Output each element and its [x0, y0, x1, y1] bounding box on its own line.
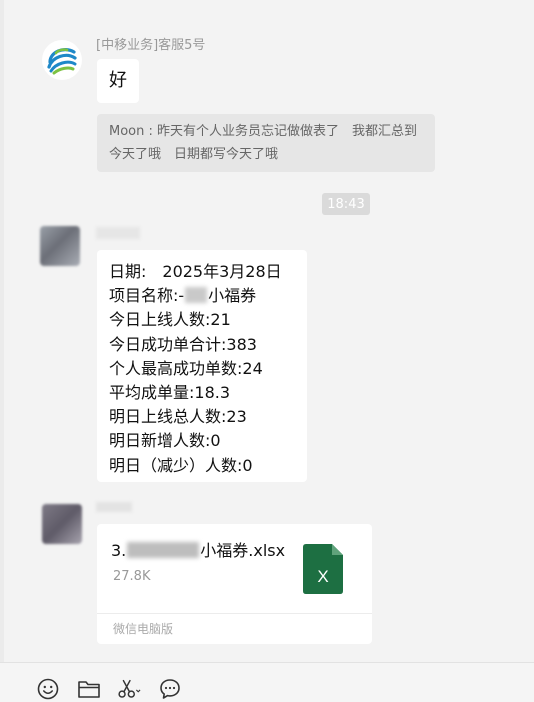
excel-letter: X	[317, 567, 328, 586]
redacted-text	[185, 287, 208, 304]
china-mobile-logo-icon	[47, 48, 77, 75]
emoji-icon	[37, 678, 59, 700]
report-online-today: 今日上线人数:21	[109, 310, 231, 330]
sender-avatar-blurred[interactable]	[40, 226, 80, 266]
redacted-text	[127, 542, 200, 558]
sender-avatar-blurred[interactable]	[42, 504, 82, 544]
report-project-suffix: 小福券	[208, 286, 257, 306]
report-new-tomorrow: 明日新增人数:0	[109, 431, 221, 451]
file-message-card[interactable]: 3. 小福券.xlsx 27.8K X 微信电脑版	[97, 524, 372, 644]
report-message-bubble[interactable]: 日期: 2025年3月28日 项目名称:- 小福券 今日上线人数:21 今日成功单…	[97, 250, 307, 482]
report-project: 项目名称:- 小福券	[109, 284, 295, 308]
sender-name-blurred	[96, 227, 140, 239]
chat-history-icon	[160, 679, 180, 699]
time-stamp: 18:43	[322, 193, 370, 215]
file-name-suffix: 小福券.xlsx	[200, 541, 286, 560]
divider	[97, 613, 372, 614]
service-message-bubble[interactable]: 好	[97, 59, 139, 103]
send-file-button[interactable]	[77, 677, 101, 701]
screenshot-button[interactable]	[117, 677, 141, 701]
scissors-icon	[118, 679, 141, 698]
service-avatar[interactable]	[42, 40, 82, 80]
input-toolbar	[0, 663, 534, 702]
sender-name-blurred	[96, 502, 132, 512]
report-success-total: 今日成功单合计:383	[109, 334, 257, 354]
report-average: 平均成单量:18.3	[109, 383, 231, 403]
file-size: 27.8K	[113, 569, 151, 584]
folder-icon	[78, 681, 100, 698]
file-name: 3. 小福券.xlsx	[111, 537, 285, 561]
report-project-prefix: 项目名称:-	[109, 286, 185, 306]
report-personal-max: 个人最高成功单数:24	[109, 358, 263, 378]
file-name-prefix: 3.	[111, 541, 127, 560]
report-date: 日期: 2025年3月28日	[109, 262, 282, 281]
excel-file-icon: X	[303, 544, 343, 594]
panel-edge	[0, 0, 4, 702]
report-online-tomorrow: 明日上线总人数:23	[109, 407, 247, 427]
report-decrease-tomorrow: 明日（减少）人数:0	[109, 455, 253, 475]
quoted-message[interactable]: Moon : 昨天有个人业务员忘记做做表了 我都汇总到今天了哦 日期都写今天了哦	[97, 114, 435, 172]
chat-history-button[interactable]	[158, 677, 182, 701]
chat-message-area: [中移业务]客服5号 好 Moon : 昨天有个人业务员忘记做做表了 我都汇总到…	[0, 0, 534, 702]
service-sender-name: [中移业务]客服5号	[96, 38, 206, 53]
file-source: 微信电脑版	[113, 622, 174, 636]
emoji-button[interactable]	[36, 677, 60, 701]
